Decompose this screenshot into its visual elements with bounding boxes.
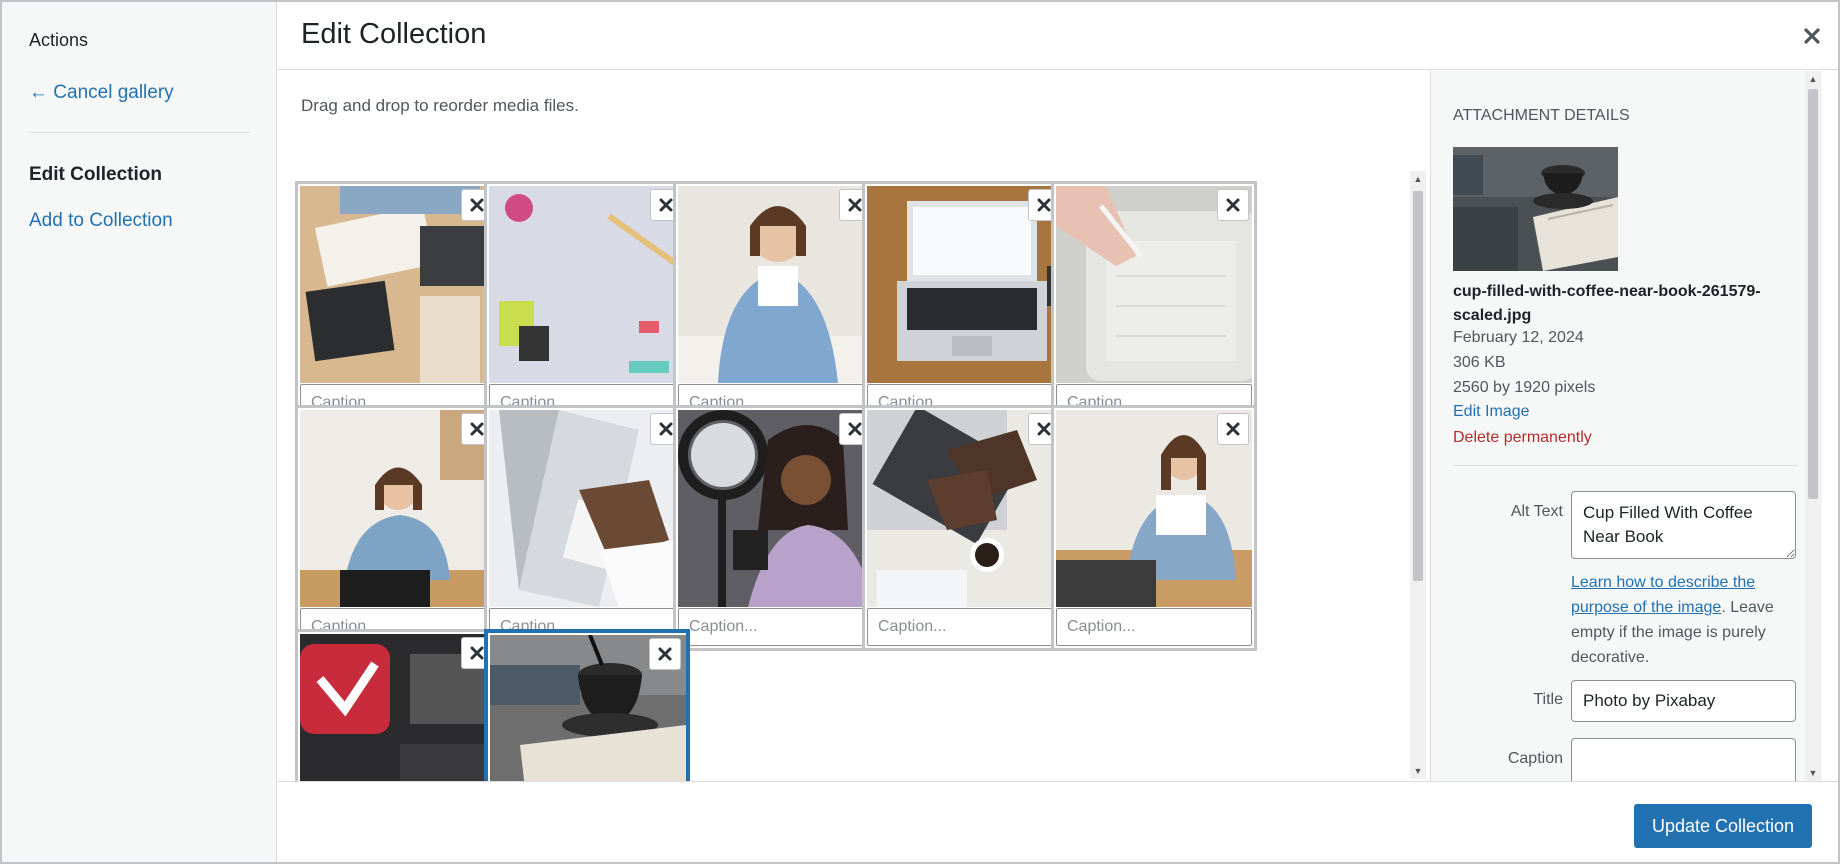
media-modal: Actions ← Cancel gallery Edit Collection… (0, 0, 1840, 864)
attachment-tile[interactable] (673, 181, 879, 427)
close-icon (1226, 198, 1240, 212)
attachment-details-heading: ATTACHMENT DETAILS (1453, 107, 1630, 124)
alt-text-label: Alt Text (1510, 503, 1563, 520)
attachment-tile[interactable] (862, 181, 1068, 427)
attachment-caption-input[interactable] (678, 608, 874, 646)
scrollbar-thumb[interactable] (1413, 191, 1423, 581)
menu-separator (29, 132, 250, 133)
modal-title-bar: Edit Collection (278, 2, 1838, 70)
alt-text-field[interactable]: Cup Filled With Coffee Near Book (1571, 491, 1796, 559)
attachment-tile[interactable] (295, 629, 501, 781)
remove-attachment-button[interactable] (649, 638, 681, 670)
close-icon (470, 198, 484, 212)
attachment-date: February 12, 2024 (1453, 329, 1584, 346)
scroll-down-arrow[interactable]: ▼ (1410, 763, 1426, 779)
attachment-dimensions: 2560 by 1920 pixels (1453, 379, 1596, 396)
delete-permanently-link[interactable]: Delete permanently (1453, 429, 1592, 447)
attachment-tile[interactable] (1051, 405, 1257, 651)
sidebar-scroll-up-arrow[interactable]: ▲ (1805, 71, 1821, 87)
sidebar-scroll-down-arrow[interactable]: ▼ (1805, 765, 1821, 781)
close-icon (1037, 422, 1051, 436)
remove-attachment-button[interactable] (1217, 413, 1249, 445)
close-icon (1226, 422, 1240, 436)
close-icon (659, 198, 673, 212)
close-modal-button[interactable] (1796, 20, 1828, 52)
attachment-tile[interactable] (295, 181, 501, 427)
attachment-tile-selected[interactable] (484, 629, 690, 781)
attachment-tile[interactable] (295, 405, 501, 651)
menu-heading: Actions (29, 30, 89, 50)
attachment-tile[interactable] (673, 405, 879, 651)
alt-text-help: Learn how to describe the purpose of the… (1571, 570, 1799, 670)
content-scrollbar[interactable]: ▲ ▼ (1410, 171, 1426, 779)
close-icon (658, 647, 672, 661)
title-field[interactable] (1571, 680, 1796, 722)
attachment-details-sidebar: ATTACHMENT DETAILS cup-filled-with-coffe… (1430, 71, 1822, 781)
close-icon (659, 422, 673, 436)
menu-item-edit-collection[interactable]: Edit Collection (29, 164, 162, 186)
menu-item-add-to-collection[interactable]: Add to Collection (29, 210, 173, 232)
title-label: Title (1533, 691, 1563, 708)
attachment-filename: cup-filled-with-coffee-near-book-261579-… (1453, 283, 1761, 324)
page-title: Edit Collection (301, 18, 487, 50)
attachment-caption-input[interactable] (1056, 608, 1252, 646)
update-collection-button[interactable]: Update Collection (1634, 804, 1812, 848)
modal-toolbar: Update Collection (278, 781, 1838, 862)
close-icon (1804, 28, 1820, 44)
edit-image-link[interactable]: Edit Image (1453, 403, 1529, 421)
gallery-content: Drag and drop to reorder media files. ▲ … (278, 71, 1430, 781)
close-icon (470, 646, 484, 660)
media-menu: Actions ← Cancel gallery Edit Collection… (2, 2, 277, 862)
close-icon (470, 422, 484, 436)
sidebar-scrollbar[interactable]: ▲ ▼ (1805, 71, 1821, 781)
sidebar-scrollbar-thumb[interactable] (1808, 89, 1818, 499)
remove-attachment-button[interactable] (1217, 189, 1249, 221)
scroll-up-arrow[interactable]: ▲ (1410, 171, 1426, 187)
close-icon (848, 198, 862, 212)
attachment-caption-input[interactable] (867, 608, 1063, 646)
attachment-tile[interactable] (862, 405, 1068, 651)
attachment-preview-image (1453, 147, 1618, 271)
caption-field[interactable] (1571, 738, 1796, 781)
close-icon (848, 422, 862, 436)
cancel-gallery-link[interactable]: ← Cancel gallery (29, 82, 174, 104)
attachment-tile[interactable] (484, 405, 690, 651)
details-divider (1453, 465, 1797, 466)
caption-label: Caption (1507, 750, 1563, 767)
attachment-filesize: 306 KB (1453, 354, 1506, 371)
attachment-tile[interactable] (484, 181, 690, 427)
close-icon (1037, 198, 1051, 212)
reorder-instructions: Drag and drop to reorder media files. (301, 96, 579, 115)
attachment-tile[interactable] (1051, 181, 1257, 427)
